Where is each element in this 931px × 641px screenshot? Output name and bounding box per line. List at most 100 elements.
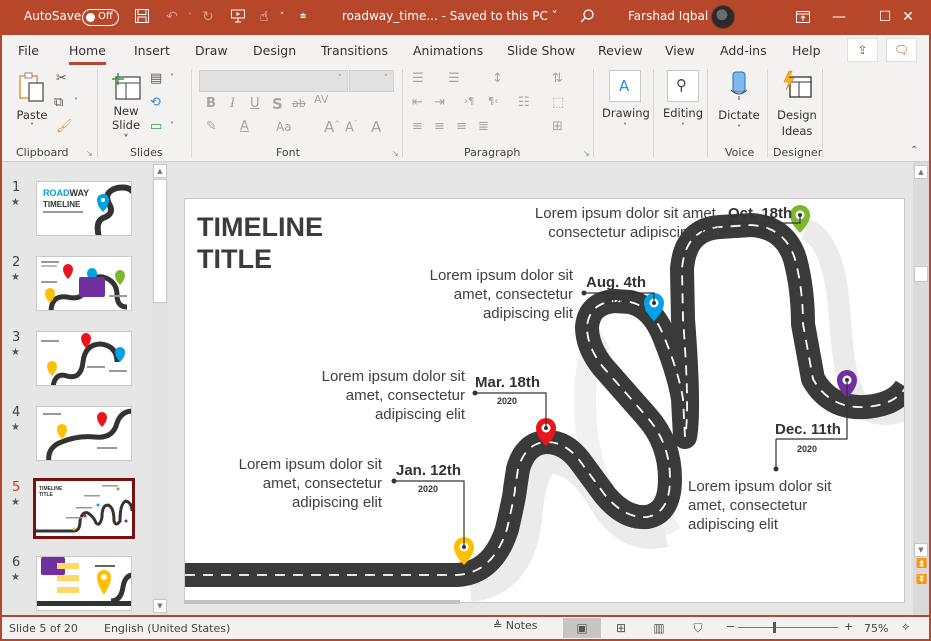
font-size-dropdown[interactable]: ˅	[349, 70, 394, 92]
zoom-in-icon[interactable]: +	[844, 620, 853, 633]
redo-icon[interactable]: ↻	[199, 8, 217, 26]
thumbnail-slide-1[interactable]: 1 ★ ROADWAY TIMELINE	[2, 164, 152, 236]
align-right-icon[interactable]: ≡	[456, 119, 467, 134]
format-painter-icon[interactable]: 🖌	[56, 119, 73, 134]
present-from-beginning-icon[interactable]	[229, 8, 247, 26]
tab-transitions[interactable]: Transitions	[321, 43, 388, 58]
tab-animations[interactable]: Animations	[413, 43, 483, 58]
smartart-icon[interactable]: ⊞	[552, 119, 563, 134]
save-icon[interactable]	[133, 8, 151, 26]
document-title[interactable]: roadway_time... - Saved to this PC ˅	[342, 9, 558, 23]
tab-slide-show[interactable]: Slide Show	[507, 43, 575, 58]
tab-home[interactable]: Home	[69, 43, 106, 65]
new-slide-button[interactable]: New Slide ˅	[108, 71, 144, 146]
copy-dropdown-icon[interactable]: ˅	[74, 97, 78, 106]
clear-formatting-icon[interactable]: A	[371, 118, 381, 136]
tab-review[interactable]: Review	[598, 43, 643, 58]
change-case-icon[interactable]: Aa	[276, 120, 292, 134]
next-slide-icon[interactable]: ⏬	[916, 575, 927, 585]
drawing-button[interactable]: A Drawing ˅	[602, 70, 650, 140]
thumbnail-slide-2[interactable]: 2 ★	[2, 239, 152, 311]
notes-button[interactable]: ≜ Notes	[493, 619, 538, 632]
previous-slide-icon[interactable]: ⏫	[916, 559, 927, 569]
scroll-up-icon[interactable]: ▲	[153, 164, 167, 178]
highlight-icon[interactable]: ✎	[206, 119, 217, 134]
user-avatar[interactable]	[711, 5, 735, 29]
milestone-3-description[interactable]: Lorem ipsum dolor sit amet, consectetur …	[390, 266, 573, 323]
editing-button[interactable]: ⚲ Editing ˅	[660, 70, 706, 140]
scrollbar-thumb[interactable]	[153, 179, 167, 303]
decrease-font-size-icon[interactable]: Aˇ	[345, 120, 357, 135]
milestone-2-description[interactable]: Lorem ipsum dolor sit amet, consectetur …	[285, 367, 465, 424]
slide-canvas[interactable]: TIMELINE TITLE Lorem ipsum dolor sit ame…	[184, 198, 905, 603]
undo-icon[interactable]: ↶	[163, 8, 181, 26]
cut-icon[interactable]: ✂	[56, 71, 67, 86]
increase-indent-icon[interactable]: ⇥	[434, 95, 445, 110]
italic-icon[interactable]: I	[230, 96, 235, 111]
user-name[interactable]: Farshad Iqbal	[628, 9, 708, 23]
bullets-icon[interactable]: ☰	[412, 71, 424, 86]
tab-help[interactable]: Help	[792, 43, 821, 58]
zoom-out-icon[interactable]: −	[726, 620, 735, 633]
layout-dropdown-icon[interactable]: ˅	[170, 73, 174, 82]
reading-view-icon[interactable]: ▥	[640, 618, 678, 638]
tab-view[interactable]: View	[665, 43, 695, 58]
milestone-3-date[interactable]: Aug. 4th	[586, 274, 646, 291]
customize-qat-icon[interactable]: ⩧	[294, 8, 312, 26]
tab-add-ins[interactable]: Add-ins	[720, 43, 767, 58]
autosave-toggle[interactable]: Off	[82, 9, 119, 26]
justify-icon[interactable]: ≣	[478, 119, 489, 134]
increase-font-size-icon[interactable]: A^	[324, 118, 340, 136]
line-spacing-icon[interactable]: ↕	[492, 71, 503, 86]
slide-sorter-view-icon[interactable]: ⊞	[602, 618, 640, 638]
share-button[interactable]: ⇪	[847, 38, 878, 62]
normal-view-icon[interactable]: ▣	[563, 618, 601, 638]
align-center-icon[interactable]: ≡	[434, 119, 445, 134]
thumbnail-slide-6[interactable]: 6 ★	[2, 539, 152, 611]
thumbnail-slide-3[interactable]: 3 ★	[2, 314, 152, 386]
zoom-slider-thumb[interactable]	[773, 622, 777, 633]
clipboard-launcher-icon[interactable]: ↘	[86, 149, 93, 158]
minimize-icon[interactable]: —	[816, 0, 862, 35]
decrease-indent-icon[interactable]: ⇤	[412, 95, 423, 110]
milestone-4-description[interactable]: Lorem ipsum dolor sit amet, consectetur …	[485, 204, 720, 242]
align-left-icon[interactable]: ≡	[412, 119, 423, 134]
milestone-5-date[interactable]: Dec. 11th	[775, 421, 841, 438]
milestone-2-date[interactable]: Mar. 18th	[475, 374, 540, 391]
numbering-icon[interactable]: ☰	[448, 71, 460, 86]
strikethrough-icon[interactable]: ab	[292, 97, 306, 110]
text-direction-icon[interactable]: ⇅	[552, 71, 563, 86]
milestone-1-date[interactable]: Jan. 12th	[396, 462, 461, 479]
thumbnail-slide-5[interactable]: 5 ★ TIMELINE TITLE	[2, 464, 152, 539]
paste-button[interactable]: Paste ˅	[16, 71, 48, 141]
shadow-icon[interactable]: S	[272, 95, 283, 113]
zoom-level[interactable]: 75%	[864, 622, 888, 635]
scroll-down-icon[interactable]: ▼	[153, 599, 167, 613]
section-dropdown-icon[interactable]: ˅	[170, 121, 174, 130]
scrollbar-thumb[interactable]	[914, 266, 928, 282]
undo-dropdown-icon[interactable]: ˅	[181, 8, 199, 26]
bold-icon[interactable]: B	[206, 96, 216, 111]
slide-scrollbar[interactable]: ▲ ▼ ⏫ ⏬	[913, 162, 929, 615]
font-name-dropdown[interactable]: ˅	[199, 70, 348, 92]
close-icon[interactable]: ✕	[885, 0, 931, 35]
layout-icon[interactable]: ▤	[150, 71, 162, 86]
comments-button[interactable]: 🗨	[886, 38, 917, 62]
dictate-button[interactable]: Dictate ˅	[716, 70, 762, 140]
slide-show-view-icon[interactable]: ⛉	[679, 618, 717, 638]
copy-icon[interactable]: ⧉	[54, 95, 63, 110]
underline-icon[interactable]: U	[250, 96, 260, 111]
font-launcher-icon[interactable]: ↘	[392, 149, 399, 158]
section-icon[interactable]: ▭	[150, 119, 162, 134]
character-spacing-icon[interactable]: AV	[314, 93, 328, 106]
scroll-down-icon[interactable]: ▼	[914, 543, 928, 557]
design-ideas-button[interactable]: Design Ideas	[774, 70, 820, 140]
scroll-up-icon[interactable]: ▲	[914, 165, 928, 179]
thumbnail-slide-4[interactable]: 4 ★	[2, 389, 152, 461]
tab-insert[interactable]: Insert	[134, 43, 170, 58]
tab-design[interactable]: Design	[253, 43, 296, 58]
zoom-slider[interactable]	[738, 627, 838, 628]
font-color-icon[interactable]: A	[240, 119, 249, 134]
search-icon[interactable]	[578, 8, 596, 26]
qat-dropdown-icon[interactable]: ˅	[273, 8, 291, 26]
